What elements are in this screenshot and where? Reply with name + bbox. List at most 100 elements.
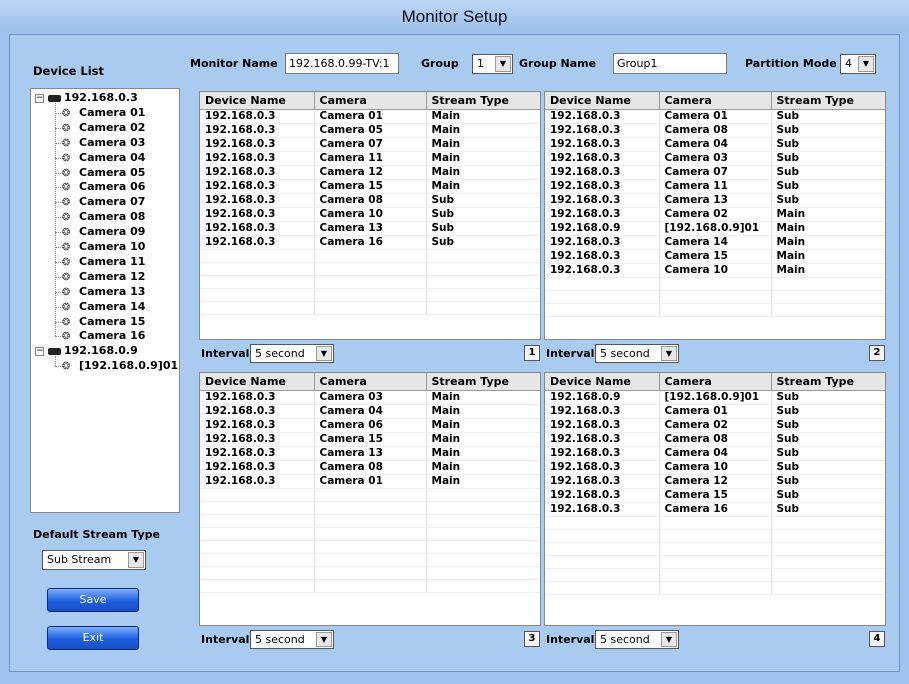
table-row[interactable]: 192.168.0.3 Camera 08 Sub [545, 432, 885, 447]
tree-camera-node[interactable]: ❂ Camera 14 [62, 300, 145, 314]
monitor-name-field[interactable]: 192.168.0.99-TV:1 [285, 53, 399, 74]
exit-button[interactable]: Exit [47, 626, 139, 650]
tree-camera-node[interactable]: ❂ [192.168.0.9]01 [62, 359, 178, 373]
table-row[interactable]: 192.168.0.3 Camera 10 Sub [545, 460, 885, 475]
tree-camera-node[interactable]: ❂ Camera 08 [62, 210, 145, 224]
table-row[interactable]: 192.168.0.3 Camera 15 Main [545, 249, 885, 264]
group-name-field[interactable]: Group1 [613, 53, 727, 74]
monitor-panel-grid-2[interactable]: Device Name Camera Stream Type 192.168.0.3 C… [544, 91, 886, 340]
tree-camera-node[interactable]: ❂ Camera 09 [62, 225, 145, 239]
table-row[interactable]: 192.168.0.3 Camera 14 Main [545, 235, 885, 250]
column-header[interactable]: Device Name [545, 92, 660, 110]
table-row[interactable]: 192.168.0.3 Camera 08 Sub [200, 193, 540, 208]
table-row[interactable]: 192.168.0.3 Camera 07 Main [200, 137, 540, 152]
chevron-down-icon[interactable]: ▼ [495, 56, 511, 72]
tree-camera-node[interactable]: ❂ Camera 01 [62, 106, 145, 120]
table-row[interactable]: 192.168.0.3 Camera 12 Main [200, 165, 540, 180]
tree-camera-node[interactable]: ❂ Camera 11 [62, 255, 145, 269]
table-row[interactable]: 192.168.0.3 Camera 11 Main [200, 151, 540, 166]
column-header[interactable]: Stream Type [426, 373, 540, 391]
chevron-down-icon[interactable]: ▼ [858, 56, 874, 72]
table-row[interactable] [545, 555, 885, 569]
table-row[interactable]: 192.168.0.3 Camera 02 Main [545, 207, 885, 222]
chevron-down-icon[interactable]: ▼ [128, 552, 144, 568]
chevron-down-icon[interactable]: ▼ [316, 632, 332, 647]
table-row[interactable]: 192.168.0.3 Camera 02 Sub [545, 418, 885, 433]
tree-camera-node[interactable]: ❂ Camera 02 [62, 121, 145, 135]
tree-device-node[interactable]: 192.168.0.9 [48, 344, 138, 358]
column-header[interactable]: Camera [314, 373, 427, 391]
table-row[interactable] [200, 249, 540, 263]
table-row[interactable] [200, 540, 540, 554]
table-row[interactable] [545, 568, 885, 582]
group-select[interactable]: 1 ▼ [472, 54, 513, 74]
table-row[interactable]: 192.168.0.3 Camera 07 Sub [545, 165, 885, 180]
table-row[interactable] [200, 566, 540, 580]
table-row[interactable] [200, 579, 540, 593]
tree-camera-node[interactable]: ❂ Camera 03 [62, 136, 145, 150]
chevron-down-icon[interactable]: ▼ [661, 632, 677, 647]
table-row[interactable]: 192.168.0.9 [192.168.0.9]01 Main [545, 221, 885, 236]
tree-camera-node[interactable]: ❂ Camera 06 [62, 180, 145, 194]
interval-select[interactable]: 5 second ▼ [595, 344, 679, 363]
table-row[interactable]: 192.168.0.3 Camera 16 Sub [545, 502, 885, 517]
table-row[interactable]: 192.168.0.9 [192.168.0.9]01 Sub [545, 390, 885, 405]
table-row[interactable]: 192.168.0.3 Camera 10 Sub [200, 207, 540, 222]
column-header[interactable]: Camera [659, 373, 772, 391]
table-row[interactable] [200, 288, 540, 302]
table-row[interactable]: 192.168.0.3 Camera 13 Sub [545, 193, 885, 208]
table-row[interactable]: 192.168.0.3 Camera 01 Sub [545, 109, 885, 124]
table-row[interactable]: 192.168.0.3 Camera 06 Main [200, 418, 540, 433]
tree-camera-node[interactable]: ❂ Camera 16 [62, 329, 145, 343]
table-row[interactable]: 192.168.0.3 Camera 12 Sub [545, 474, 885, 489]
tree-camera-node[interactable]: ❂ Camera 12 [62, 270, 145, 284]
tree-camera-node[interactable]: ❂ Camera 07 [62, 195, 145, 209]
table-row[interactable]: 192.168.0.3 Camera 10 Main [545, 263, 885, 278]
monitor-panel-grid-3[interactable]: Device Name Camera Stream Type 192.168.0.3 C… [199, 372, 541, 626]
table-row[interactable] [200, 527, 540, 541]
table-row[interactable] [545, 529, 885, 543]
chevron-down-icon[interactable]: ▼ [316, 346, 332, 361]
table-row[interactable] [545, 542, 885, 556]
tree-camera-node[interactable]: ❂ Camera 10 [62, 240, 145, 254]
table-row[interactable] [200, 275, 540, 289]
chevron-down-icon[interactable]: ▼ [661, 346, 677, 361]
table-row[interactable]: 192.168.0.3 Camera 04 Main [200, 404, 540, 419]
column-header[interactable]: Camera [659, 92, 772, 110]
table-row[interactable] [200, 488, 540, 502]
table-row[interactable]: 192.168.0.3 Camera 15 Sub [545, 488, 885, 503]
column-header[interactable]: Camera [314, 92, 427, 110]
table-row[interactable]: 192.168.0.3 Camera 16 Sub [200, 235, 540, 250]
table-row[interactable]: 192.168.0.3 Camera 13 Sub [200, 221, 540, 236]
interval-select[interactable]: 5 second ▼ [250, 344, 334, 363]
monitor-panel-grid-1[interactable]: Device Name Camera Stream Type 192.168.0.3 C… [199, 91, 541, 340]
tree-camera-node[interactable]: ❂ Camera 13 [62, 285, 145, 299]
column-header[interactable]: Device Name [200, 92, 315, 110]
tree-camera-node[interactable]: ❂ Camera 15 [62, 315, 145, 329]
table-row[interactable]: 192.168.0.3 Camera 01 Sub [545, 404, 885, 419]
partition-mode-select[interactable]: 4 ▼ [840, 54, 876, 74]
tree-device-node[interactable]: 192.168.0.3 [48, 91, 138, 105]
table-row[interactable]: 192.168.0.3 Camera 01 Main [200, 474, 540, 489]
default-stream-select[interactable]: Sub Stream ▼ [42, 550, 146, 570]
table-row[interactable]: 192.168.0.3 Camera 08 Main [200, 460, 540, 475]
table-row[interactable] [545, 516, 885, 530]
interval-select[interactable]: 5 second ▼ [595, 630, 679, 649]
column-header[interactable]: Stream Type [426, 92, 540, 110]
table-row[interactable]: 192.168.0.3 Camera 03 Main [200, 390, 540, 405]
table-row[interactable] [200, 262, 540, 276]
save-button[interactable]: Save [47, 588, 139, 612]
table-row[interactable] [545, 277, 885, 291]
table-row[interactable]: 192.168.0.3 Camera 04 Sub [545, 137, 885, 152]
table-row[interactable]: 192.168.0.3 Camera 15 Main [200, 432, 540, 447]
tree-collapse-toggle[interactable]: − [35, 94, 44, 103]
table-row[interactable] [200, 501, 540, 515]
tree-camera-node[interactable]: ❂ Camera 04 [62, 151, 145, 165]
column-header[interactable]: Device Name [200, 373, 315, 391]
table-row[interactable]: 192.168.0.3 Camera 11 Sub [545, 179, 885, 194]
table-row[interactable] [545, 581, 885, 595]
table-row[interactable]: 192.168.0.3 Camera 04 Sub [545, 446, 885, 461]
table-row[interactable]: 192.168.0.3 Camera 15 Main [200, 179, 540, 194]
table-row[interactable] [545, 303, 885, 317]
table-row[interactable]: 192.168.0.3 Camera 05 Main [200, 123, 540, 138]
